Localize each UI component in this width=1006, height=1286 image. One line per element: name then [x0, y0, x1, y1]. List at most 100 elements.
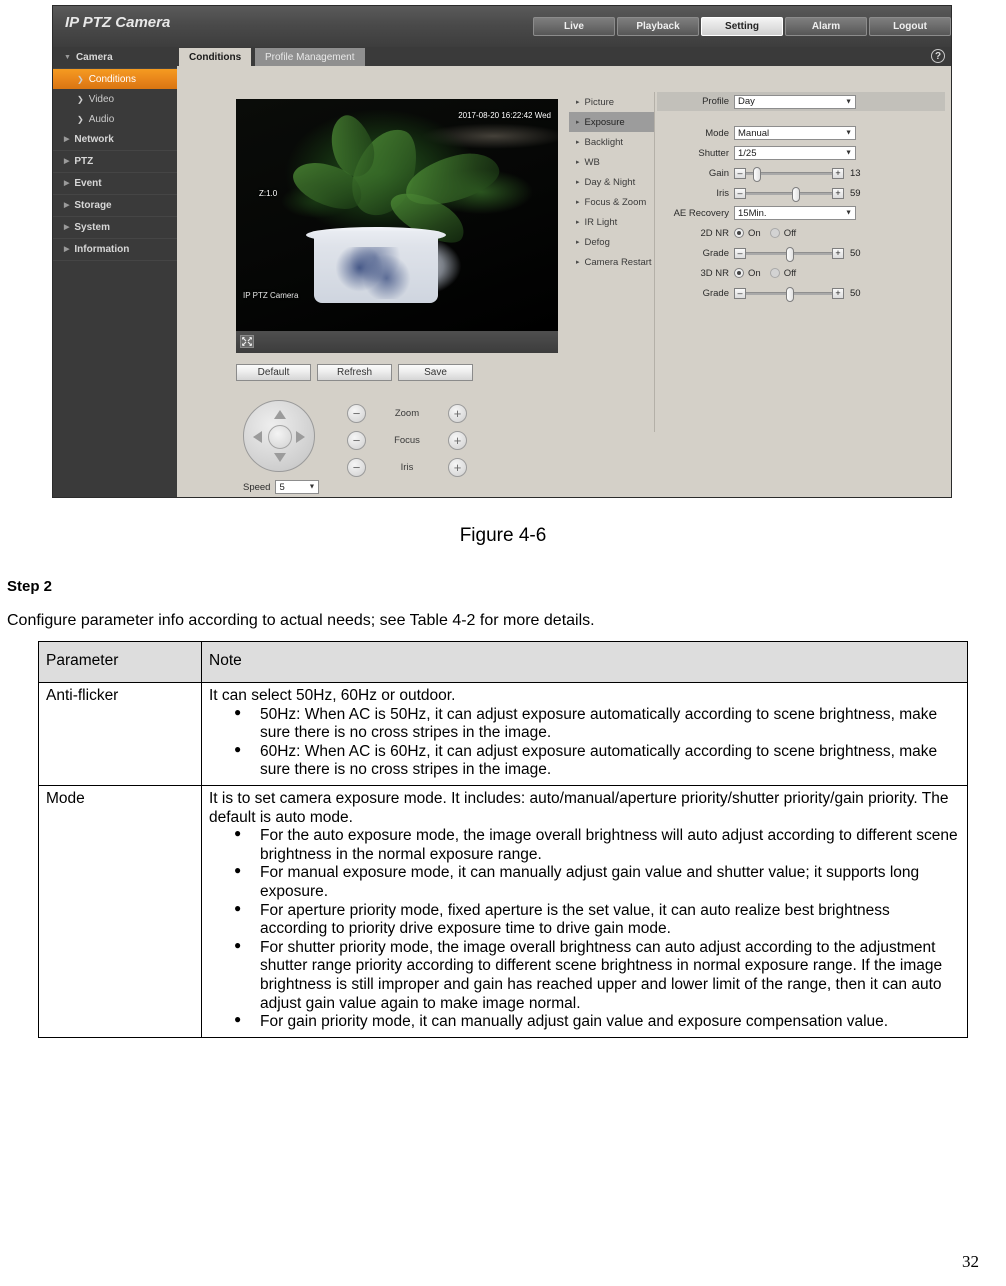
save-button[interactable]: Save: [398, 364, 473, 381]
gain-increase-button[interactable]: +: [832, 167, 844, 179]
condition-menu-label: Exposure: [584, 116, 625, 128]
iris-increase-button[interactable]: +: [832, 187, 844, 199]
ptz-speed-value: 5: [279, 481, 285, 493]
chevron-down-icon: ▼: [845, 129, 852, 137]
iris-decrease-button[interactable]: –: [734, 187, 746, 199]
ptz-center-button[interactable]: [268, 425, 292, 449]
3d-grade-slider-handle[interactable]: [785, 286, 794, 302]
profile-select[interactable]: Day ▼: [734, 94, 856, 109]
default-button[interactable]: Default: [236, 364, 311, 381]
sidebar-group-label: Information: [74, 244, 130, 255]
ptz-speed-select[interactable]: 5 ▼: [275, 480, 320, 494]
parameter-name: Anti-flicker: [38, 682, 202, 786]
2d-nr-off-radio[interactable]: [769, 228, 780, 238]
profile-value: Day: [738, 96, 755, 107]
zoom-label: Zoom: [394, 408, 420, 419]
2d-grade-decrease-button[interactable]: –: [734, 247, 746, 259]
tab-conditions[interactable]: Conditions: [179, 48, 252, 66]
ptz-speed-row: Speed 5 ▼: [243, 480, 320, 494]
iris-slider-handle[interactable]: [792, 186, 801, 202]
flower-pot: [314, 231, 438, 303]
zoom-out-button[interactable]: −: [347, 404, 366, 423]
condition-menu-item-wb[interactable]: ▸ WB: [569, 152, 654, 172]
zoom-control-row: − Zoom +: [347, 400, 467, 427]
video-preview[interactable]: 2017-08-20 16:22:42 Wed Z:1.0 IP PTZ Cam…: [236, 99, 558, 353]
2d-grade-increase-button[interactable]: +: [832, 247, 844, 259]
video-frame-image: 2017-08-20 16:22:42 Wed Z:1.0 IP PTZ Cam…: [236, 99, 558, 331]
3d-nr-off-radio[interactable]: [769, 268, 780, 278]
3d-grade-row: Grade – + 50: [657, 283, 945, 303]
expand-icon[interactable]: [240, 335, 254, 348]
zoom-in-button[interactable]: +: [448, 404, 467, 423]
condition-menu-item-ir-light[interactable]: ▸ IR Light: [569, 212, 654, 232]
nav-button-playback[interactable]: Playback: [617, 17, 699, 36]
chevron-right-icon: ▸: [576, 179, 580, 186]
3d-grade-increase-button[interactable]: +: [832, 287, 844, 299]
sidebar-group-label: Event: [74, 178, 102, 189]
condition-menu-item-picture[interactable]: ▸ Picture: [569, 92, 654, 112]
focus-near-button[interactable]: −: [347, 431, 366, 450]
video-channel-name-overlay: IP PTZ Camera: [243, 291, 299, 300]
table-row: Anti-flicker It can select 50Hz, 60Hz or…: [38, 682, 968, 786]
2d-nr-row: 2D NR On Off: [657, 223, 945, 243]
sidebar-item-audio[interactable]: ❯ Audio: [53, 109, 177, 129]
chevron-right-icon: ▸: [576, 239, 580, 246]
ae-recovery-select[interactable]: 15Min. ▼: [734, 206, 856, 220]
help-icon[interactable]: ?: [931, 49, 945, 63]
condition-menu-label: IR Light: [584, 216, 618, 228]
condition-menu-item-day-night[interactable]: ▸ Day & Night: [569, 172, 654, 192]
sidebar-group-system[interactable]: ▶ System: [53, 217, 177, 239]
ptz-direction-pad[interactable]: [243, 400, 315, 472]
condition-menu-item-focus-zoom[interactable]: ▸ Focus & Zoom: [569, 192, 654, 212]
2d-nr-on-radio[interactable]: [734, 228, 744, 238]
sidebar-group-information[interactable]: ▶ Information: [53, 239, 177, 261]
ptz-up-arrow-icon[interactable]: [274, 410, 286, 419]
2d-grade-slider-handle[interactable]: [785, 246, 794, 262]
ptz-down-arrow-icon[interactable]: [274, 453, 286, 462]
note-intro: It can select 50Hz, 60Hz or outdoor.: [209, 687, 456, 704]
nav-button-logout[interactable]: Logout: [869, 17, 951, 36]
tab-profile-management[interactable]: Profile Management: [255, 48, 365, 66]
nav-button-alarm[interactable]: Alarm: [785, 17, 867, 36]
gain-slider-track[interactable]: [746, 166, 832, 182]
focus-far-button[interactable]: +: [448, 431, 467, 450]
sidebar-item-conditions[interactable]: ❯ Conditions: [53, 69, 177, 89]
condition-menu-item-exposure[interactable]: ▸ Exposure: [569, 112, 654, 132]
iris-close-button[interactable]: −: [347, 458, 366, 477]
sidebar-group-storage[interactable]: ▶ Storage: [53, 195, 177, 217]
note-bullet: For shutter priority mode, the image ove…: [234, 938, 960, 1013]
sidebar-group-event[interactable]: ▶ Event: [53, 173, 177, 195]
iris-slider-track[interactable]: [746, 186, 832, 202]
iris-open-button[interactable]: +: [448, 458, 467, 477]
pot-pattern: [336, 247, 414, 299]
2d-grade-slider-track[interactable]: [746, 246, 832, 262]
gain-row: Gain – + 13: [657, 163, 945, 183]
sidebar-group-camera[interactable]: ▼ Camera: [53, 47, 177, 69]
ptz-control: Speed 5 ▼ − Zoom + − Focus + − Iris +: [243, 396, 573, 494]
iris-control-row: − Iris +: [347, 454, 467, 481]
ptz-right-arrow-icon[interactable]: [296, 431, 305, 443]
camera-web-ui-screenshot: IP PTZ Camera Live Playback Setting Alar…: [52, 5, 952, 498]
chevron-right-icon: ▸: [576, 139, 580, 146]
refresh-button[interactable]: Refresh: [317, 364, 392, 381]
3d-grade-decrease-button[interactable]: –: [734, 287, 746, 299]
sidebar-group-network[interactable]: ▶ Network: [53, 129, 177, 151]
note-bullet: For manual exposure mode, it can manuall…: [234, 863, 960, 901]
condition-menu-item-defog[interactable]: ▸ Defog: [569, 232, 654, 252]
mode-select[interactable]: Manual ▼: [734, 126, 856, 140]
3d-nr-on-radio[interactable]: [734, 268, 744, 278]
sidebar-item-video[interactable]: ❯ Video: [53, 89, 177, 109]
gain-decrease-button[interactable]: –: [734, 167, 746, 179]
sidebar-group-ptz[interactable]: ▶ PTZ: [53, 151, 177, 173]
ptz-left-arrow-icon[interactable]: [253, 431, 262, 443]
condition-menu-label: WB: [584, 156, 600, 168]
nav-button-live[interactable]: Live: [533, 17, 615, 36]
parameter-note: It can select 50Hz, 60Hz or outdoor. 50H…: [201, 682, 968, 786]
shutter-select[interactable]: 1/25 ▼: [734, 146, 856, 160]
condition-menu-item-backlight[interactable]: ▸ Backlight: [569, 132, 654, 152]
2d-grade-value: 50: [850, 247, 861, 259]
3d-grade-slider-track[interactable]: [746, 286, 832, 302]
nav-button-setting[interactable]: Setting: [701, 17, 783, 36]
gain-slider-handle[interactable]: [752, 166, 761, 182]
condition-menu-item-camera-restart[interactable]: ▸ Camera Restart: [569, 252, 654, 272]
